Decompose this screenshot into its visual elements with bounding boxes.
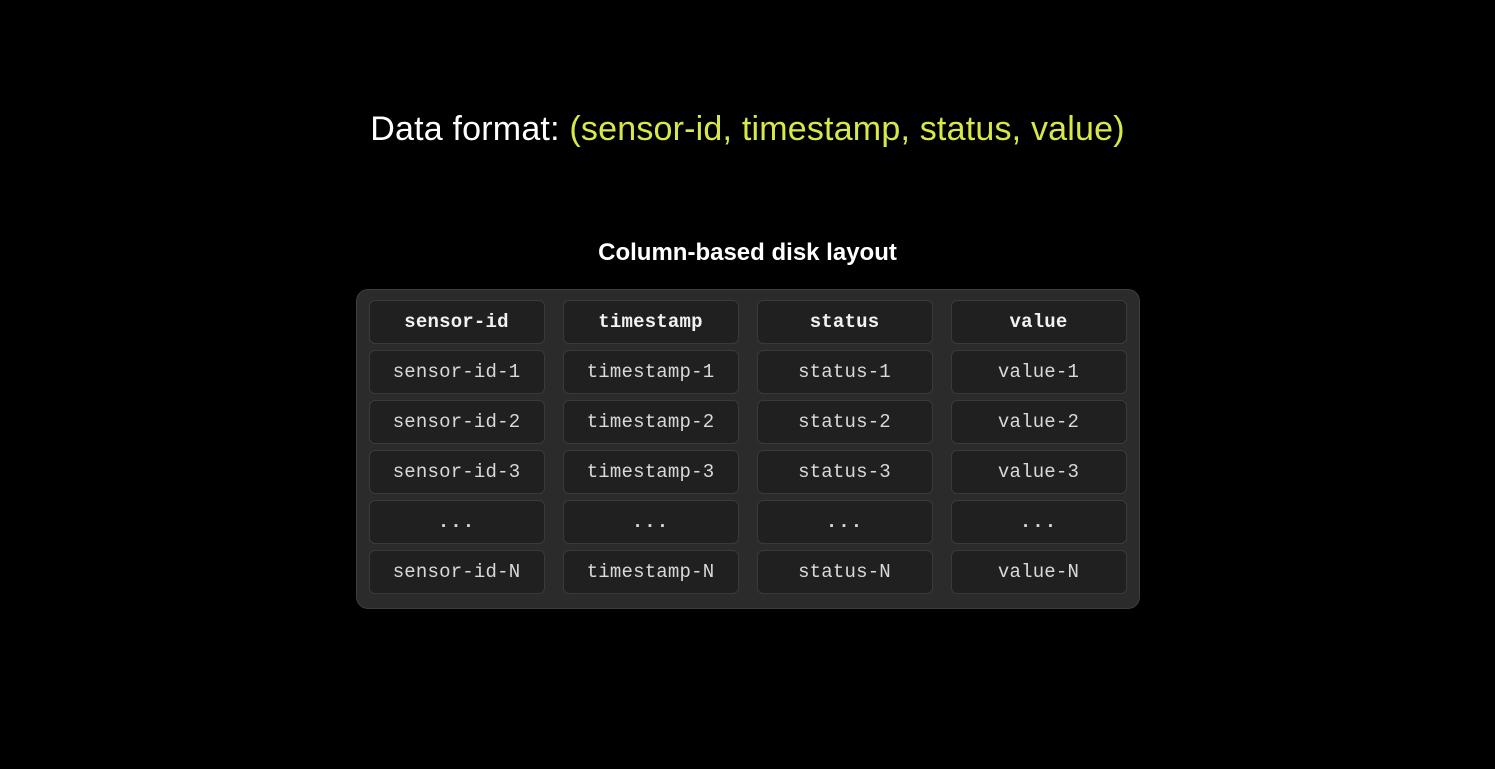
- column-sensor-id: sensor-id sensor-id-1 sensor-id-2 sensor…: [369, 300, 545, 594]
- column-cell-ellipsis: ...: [757, 500, 933, 544]
- column-cell-ellipsis: ...: [369, 500, 545, 544]
- column-cell: status-2: [757, 400, 933, 444]
- column-cell: timestamp-3: [563, 450, 739, 494]
- title-prefix: Data format:: [370, 110, 569, 148]
- column-header: status: [757, 300, 933, 344]
- column-header: timestamp: [563, 300, 739, 344]
- column-timestamp: timestamp timestamp-1 timestamp-2 timest…: [563, 300, 739, 594]
- column-header: value: [951, 300, 1127, 344]
- column-cell: sensor-id-3: [369, 450, 545, 494]
- column-cell-ellipsis: ...: [951, 500, 1127, 544]
- column-cell-ellipsis: ...: [563, 500, 739, 544]
- title-tuple: (sensor-id, timestamp, status, value): [569, 110, 1124, 148]
- column-cell: value-N: [951, 550, 1127, 594]
- column-header: sensor-id: [369, 300, 545, 344]
- column-cell: value-3: [951, 450, 1127, 494]
- column-cell: status-1: [757, 350, 933, 394]
- column-cell: timestamp-2: [563, 400, 739, 444]
- column-cell: sensor-id-2: [369, 400, 545, 444]
- column-cell: value-1: [951, 350, 1127, 394]
- column-cell: timestamp-1: [563, 350, 739, 394]
- column-cell: status-3: [757, 450, 933, 494]
- column-cell: sensor-id-N: [369, 550, 545, 594]
- column-cell: status-N: [757, 550, 933, 594]
- column-value: value value-1 value-2 value-3 ... value-…: [951, 300, 1127, 594]
- diagram-stage: Data format: (sensor-id, timestamp, stat…: [356, 0, 1140, 609]
- column-cell: sensor-id-1: [369, 350, 545, 394]
- data-format-title: Data format: (sensor-id, timestamp, stat…: [370, 110, 1125, 149]
- column-cell: value-2: [951, 400, 1127, 444]
- layout-subtitle: Column-based disk layout: [598, 239, 897, 267]
- column-status: status status-1 status-2 status-3 ... st…: [757, 300, 933, 594]
- column-cell: timestamp-N: [563, 550, 739, 594]
- column-layout-box: sensor-id sensor-id-1 sensor-id-2 sensor…: [356, 289, 1140, 609]
